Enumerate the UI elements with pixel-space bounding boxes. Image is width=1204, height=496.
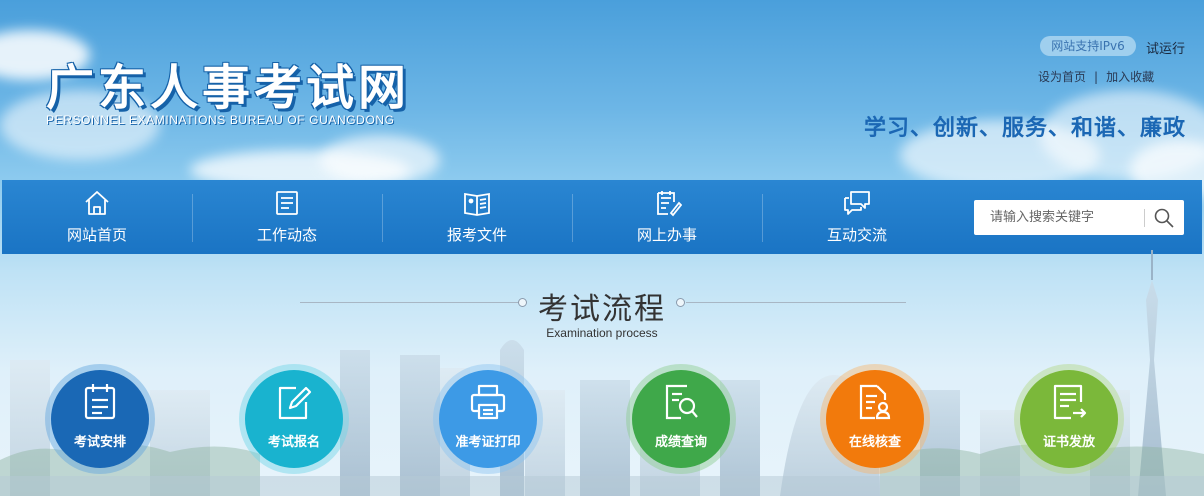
search-box	[974, 200, 1184, 235]
top-links: 设为首页 | 加入收藏	[1038, 68, 1154, 85]
verify-icon	[859, 384, 891, 420]
step-label: 考试报名	[267, 435, 320, 450]
chat-icon	[844, 191, 870, 215]
process-step-certificate-issue[interactable]: 证书发放	[1014, 364, 1124, 474]
set-homepage-link[interactable]: 设为首页	[1038, 70, 1086, 84]
site-logo-subtitle: PERSONNEL EXAMINATIONS BUREAU OF GUANGDO…	[46, 113, 395, 127]
cloud-decoration	[320, 135, 440, 185]
process-step-exam-registration[interactable]: 考试报名	[239, 364, 349, 474]
news-icon	[276, 191, 298, 215]
process-step-exam-schedule[interactable]: 考试安排	[45, 364, 155, 474]
step-label: 在线核查	[848, 435, 901, 450]
section-title: 考试流程	[538, 292, 666, 327]
step-label: 准考证打印	[455, 435, 521, 450]
search-separator	[1144, 209, 1145, 227]
step-label: 证书发放	[1042, 435, 1095, 450]
home-icon	[85, 191, 109, 215]
add-favorite-link[interactable]: 加入收藏	[1106, 70, 1154, 84]
step-label: 考试安排	[73, 435, 126, 450]
edit-icon	[278, 386, 312, 420]
process-step-score-query[interactable]: 成绩查询	[626, 364, 736, 474]
site-slogan: 学习、创新、服务、和谐、廉政	[864, 116, 1187, 141]
process-step-admission-ticket[interactable]: 准考证打印	[433, 364, 543, 474]
online-service-icon	[657, 191, 682, 217]
trial-run-label: 试运行	[1146, 42, 1186, 57]
link-separator: |	[1094, 70, 1099, 84]
score-search-icon	[665, 384, 698, 420]
calendar-icon	[84, 384, 116, 420]
printer-icon	[470, 384, 506, 420]
process-step-online-verification[interactable]: 在线核查	[820, 364, 930, 474]
search-icon[interactable]	[1152, 206, 1176, 230]
section-subtitle: Examination process	[546, 326, 658, 340]
certificate-icon	[1053, 384, 1087, 420]
search-input[interactable]	[974, 200, 1144, 235]
step-label: 成绩查询	[654, 435, 707, 450]
ipv6-badge: 网站支持IPv6	[1040, 36, 1136, 56]
city-skyline-illustration	[0, 250, 1204, 496]
document-icon	[464, 192, 490, 216]
site-logo-title[interactable]: 广东人事考试网	[46, 48, 410, 118]
